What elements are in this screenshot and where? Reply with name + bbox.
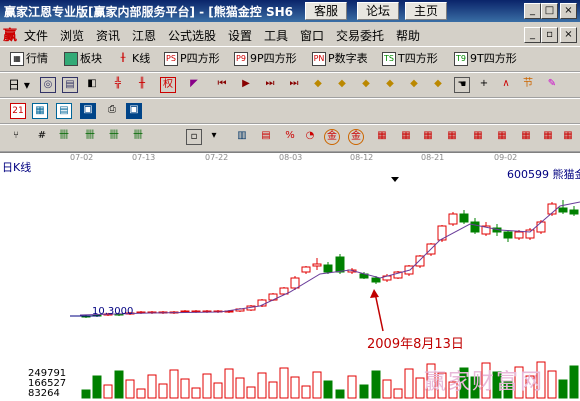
candle-body xyxy=(569,209,579,215)
volume-bar xyxy=(158,383,168,399)
moving-average-line xyxy=(79,201,580,316)
candle-body xyxy=(290,277,300,289)
candle-body xyxy=(371,277,381,283)
candlestick-chart xyxy=(70,177,580,399)
volume-bar xyxy=(180,378,190,399)
volume-bar xyxy=(224,368,234,399)
volume-bar xyxy=(257,372,267,399)
candle-body xyxy=(180,310,190,313)
candle-body xyxy=(514,231,524,239)
volume-bar xyxy=(213,382,223,399)
volume-bar xyxy=(92,375,102,399)
candle-body xyxy=(459,213,469,223)
volume-bar xyxy=(246,386,256,399)
app-window: 赢家江恩专业版[赢家内部服务平台] - [熊猫金控 SH6 客服 论坛 主页 _… xyxy=(0,0,580,401)
date-annotation: 2009年8月13日 xyxy=(367,337,464,352)
volume-bar xyxy=(202,373,212,399)
volume-bar xyxy=(301,385,311,399)
volume-bar xyxy=(279,367,289,399)
arrow-head xyxy=(370,289,379,298)
volume-bar xyxy=(268,381,278,399)
candles xyxy=(81,200,579,318)
marker-triangle xyxy=(391,177,399,182)
candle-body xyxy=(335,256,345,273)
volume-bar xyxy=(125,379,135,399)
volume-bar xyxy=(114,370,124,399)
volume-tick: 83264 xyxy=(28,388,60,399)
volume-bar xyxy=(191,387,201,399)
volume-bar xyxy=(382,379,392,399)
volume-bar xyxy=(359,384,369,399)
volume-bar xyxy=(393,388,403,399)
annotation-arrow xyxy=(374,292,384,332)
volume-bar xyxy=(547,370,557,399)
candle-body xyxy=(470,221,480,233)
volume-bar xyxy=(81,389,91,399)
candle-body xyxy=(503,231,513,239)
watermark: 赢家财富网 xyxy=(424,370,545,395)
volume-bar xyxy=(147,374,157,399)
candle-body xyxy=(525,229,535,239)
volume-bar xyxy=(335,389,345,399)
volume-bar xyxy=(235,377,245,399)
volume-bar xyxy=(136,388,146,399)
volume-bar xyxy=(347,375,357,399)
volume-bar xyxy=(404,368,414,399)
volume-bar xyxy=(558,379,568,399)
candle-body xyxy=(312,263,322,267)
candle-body xyxy=(323,264,333,273)
volume-bar xyxy=(323,380,333,399)
candle-body xyxy=(448,213,458,225)
volume-bar xyxy=(415,377,425,399)
volume-bar xyxy=(569,365,579,399)
candle-body xyxy=(536,221,546,233)
volume-bar xyxy=(103,384,113,399)
chart-decor xyxy=(70,177,580,332)
volume-bar xyxy=(290,376,300,399)
candle-body xyxy=(301,266,311,273)
volume-bar xyxy=(371,370,381,399)
candle-body xyxy=(558,207,568,213)
price-label: 10.3000 xyxy=(92,306,134,317)
volume-bar xyxy=(169,369,179,399)
volume-bar xyxy=(312,371,322,399)
